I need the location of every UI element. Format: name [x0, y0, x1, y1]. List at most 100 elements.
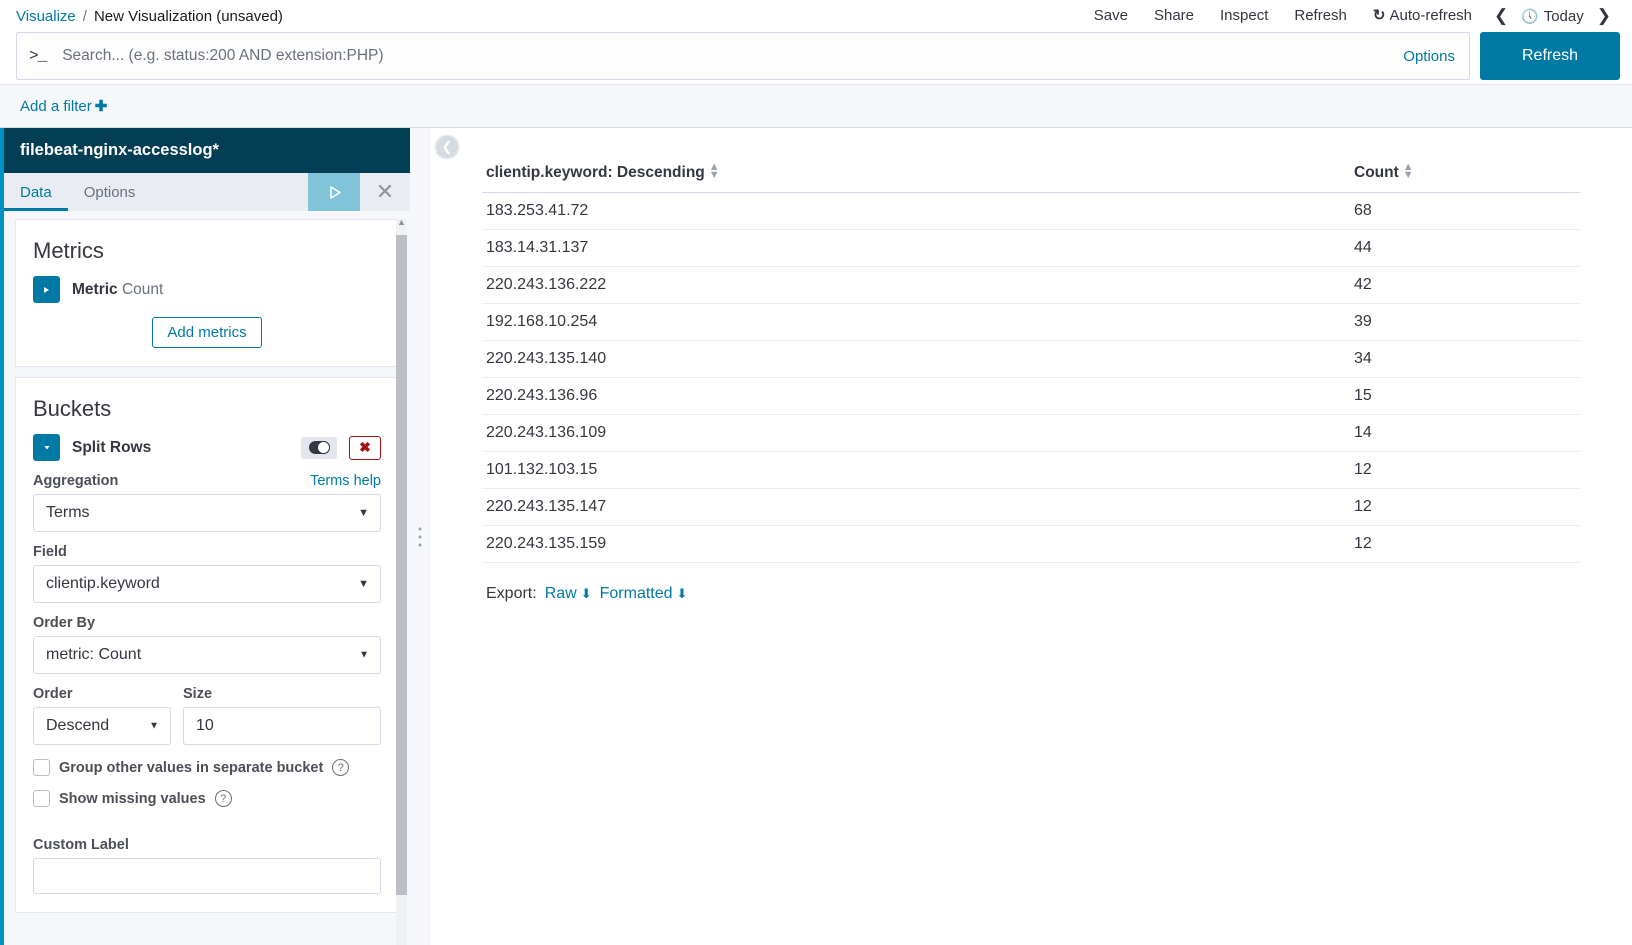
collapse-sidebar-button[interactable]: ❮	[436, 136, 458, 158]
metric-aggregation-row[interactable]: Metric Count	[33, 276, 381, 303]
top-navigation-actions: Save Share Inspect Refresh ↻ Auto-refresh…	[1081, 0, 1620, 32]
editor-tabs: Data Options ✕	[4, 173, 410, 211]
top-navigation-bar: Visualize / New Visualization (unsaved) …	[0, 0, 1632, 32]
add-filter-button[interactable]: Add a filter ✚	[20, 97, 107, 115]
breadcrumb-current-title: New Visualization (unsaved)	[93, 7, 283, 25]
chevron-down-icon: ▼	[359, 649, 369, 661]
cell-key: 101.132.103.15	[482, 451, 1350, 489]
close-editor-button[interactable]: ✕	[360, 173, 410, 211]
question-mark-icon[interactable]: ?	[214, 790, 232, 807]
refresh-query-button[interactable]: Refresh	[1480, 32, 1620, 80]
index-pattern-title: filebeat-nginx-accesslog*	[4, 128, 410, 173]
breadcrumb: Visualize / New Visualization (unsaved)	[16, 8, 283, 25]
bucket-enable-toggle[interactable]	[301, 436, 337, 459]
order-column: Order Descend ▼	[33, 674, 171, 745]
data-table-body: 183.253.41.72 68 183.14.31.137 44 220.243.…	[482, 192, 1580, 563]
delete-x-icon: ✖	[359, 439, 371, 455]
cell-count: 44	[1350, 229, 1580, 267]
cell-key: 220.243.135.147	[482, 488, 1350, 526]
share-button[interactable]: Share	[1141, 0, 1207, 32]
show-missing-checkbox[interactable]	[33, 790, 50, 807]
tab-options[interactable]: Options	[68, 173, 152, 211]
metrics-panel: Metrics Metric Count Add metrics	[15, 219, 399, 367]
column-header-key[interactable]: clientip.keyword: Descending ▲ ▼	[482, 156, 1350, 193]
question-mark-icon[interactable]: ?	[332, 759, 350, 776]
cell-key: 220.243.135.159	[482, 525, 1350, 563]
plus-icon: ✚	[94, 98, 108, 115]
split-rows-collapse-button[interactable]	[33, 434, 60, 461]
size-column: Size 10	[183, 674, 381, 745]
table-row[interactable]: 220.243.136.222 42	[482, 266, 1580, 304]
export-formatted-label: Formatted	[599, 585, 673, 602]
cell-key: 192.168.10.254	[482, 303, 1350, 341]
custom-label-input[interactable]	[33, 858, 381, 894]
export-raw-link[interactable]: Raw ⬇	[545, 585, 592, 603]
cell-key: 183.253.41.72	[482, 192, 1350, 230]
cell-key: 183.14.31.137	[482, 229, 1350, 267]
table-row[interactable]: 220.243.136.96 15	[482, 377, 1580, 415]
metric-aggregation-label: Metric Count	[72, 281, 163, 299]
size-input[interactable]: 10	[183, 707, 381, 745]
refresh-button[interactable]: Refresh	[1281, 0, 1360, 32]
data-table: clientip.keyword: Descending ▲ ▼ Count ▲ ▼ 1…	[482, 156, 1580, 563]
add-metrics-button[interactable]: Add metrics	[152, 317, 262, 348]
data-table-head: clientip.keyword: Descending ▲ ▼ Count ▲ ▼	[482, 156, 1580, 193]
export-raw-label: Raw	[544, 585, 577, 602]
table-row[interactable]: 220.243.135.147 12	[482, 488, 1580, 526]
auto-refresh-label: Auto-refresh	[1389, 7, 1473, 24]
order-select-value: Descend	[46, 717, 110, 734]
scroll-up-arrow-icon[interactable]: ▲	[396, 217, 407, 228]
panel-resize-handle[interactable]	[410, 128, 430, 945]
save-button[interactable]: Save	[1081, 0, 1141, 32]
export-formatted-link[interactable]: Formatted ⬇	[600, 585, 688, 603]
metric-expand-button[interactable]	[33, 276, 60, 303]
delete-bucket-button[interactable]: ✖	[349, 435, 381, 460]
inspect-button[interactable]: Inspect	[1207, 0, 1281, 32]
chevron-left-icon[interactable]: ❮	[1485, 0, 1517, 32]
chevron-down-icon: ▼	[149, 720, 159, 732]
cell-count: 34	[1350, 340, 1580, 378]
table-row[interactable]: 220.243.136.109 14	[482, 414, 1580, 452]
export-row: Export: Raw ⬇ Formatted ⬇	[482, 585, 1580, 603]
table-row[interactable]: 220.243.135.140 34	[482, 340, 1580, 378]
terms-help-link[interactable]: Terms help	[310, 473, 381, 489]
sort-toggle-icon[interactable]: ▲ ▼	[1403, 162, 1414, 181]
cell-count: 12	[1350, 488, 1580, 526]
sort-toggle-icon[interactable]: ▲ ▼	[709, 162, 720, 181]
table-row[interactable]: 192.168.10.254 39	[482, 303, 1580, 341]
order-select[interactable]: Descend ▼	[33, 707, 171, 745]
show-missing-row: Show missing values ?	[33, 790, 381, 807]
data-table-header-row: clientip.keyword: Descending ▲ ▼ Count ▲ ▼	[482, 156, 1580, 193]
apply-changes-button[interactable]	[308, 173, 360, 211]
filter-bar: Add a filter ✚	[0, 84, 1632, 128]
search-input[interactable]	[60, 46, 1394, 66]
field-select[interactable]: clientip.keyword ▼	[33, 565, 381, 603]
table-row[interactable]: 220.243.135.159 12	[482, 525, 1580, 563]
tab-data[interactable]: Data	[4, 173, 68, 211]
breadcrumb-visualize-link[interactable]: Visualize	[16, 8, 76, 25]
cell-key: 220.243.135.140	[482, 340, 1350, 378]
auto-refresh-button[interactable]: ↻ Auto-refresh	[1360, 0, 1485, 32]
chevron-down-icon: ▼	[358, 578, 369, 590]
group-other-checkbox[interactable]	[33, 759, 50, 776]
cell-count: 68	[1350, 192, 1580, 230]
download-icon: ⬇	[676, 586, 688, 601]
table-row[interactable]: 183.253.41.72 68	[482, 192, 1580, 230]
table-row[interactable]: 183.14.31.137 44	[482, 229, 1580, 267]
query-options-link[interactable]: Options	[1403, 48, 1455, 65]
sidebar-scrollbar-thumb[interactable]	[396, 235, 407, 895]
caret-down-icon	[44, 446, 49, 450]
order-by-select[interactable]: metric: Count ▼	[33, 636, 381, 674]
cell-count: 15	[1350, 377, 1580, 415]
custom-label-label: Custom Label	[33, 837, 129, 853]
time-range-picker[interactable]: 🕔 Today	[1517, 8, 1587, 25]
chevron-right-icon[interactable]: ❯	[1588, 0, 1620, 32]
split-rows-type-label: Split Rows	[72, 438, 152, 456]
column-header-count[interactable]: Count ▲ ▼	[1350, 156, 1580, 193]
aggregation-select[interactable]: Terms ▼	[33, 494, 381, 532]
group-other-row: Group other values in separate bucket ?	[33, 759, 381, 776]
column-header-count-label: Count	[1354, 164, 1399, 181]
order-label: Order	[33, 686, 73, 702]
table-row[interactable]: 101.132.103.15 12	[482, 451, 1580, 489]
search-field-wrapper[interactable]: >_ Options	[16, 32, 1470, 80]
